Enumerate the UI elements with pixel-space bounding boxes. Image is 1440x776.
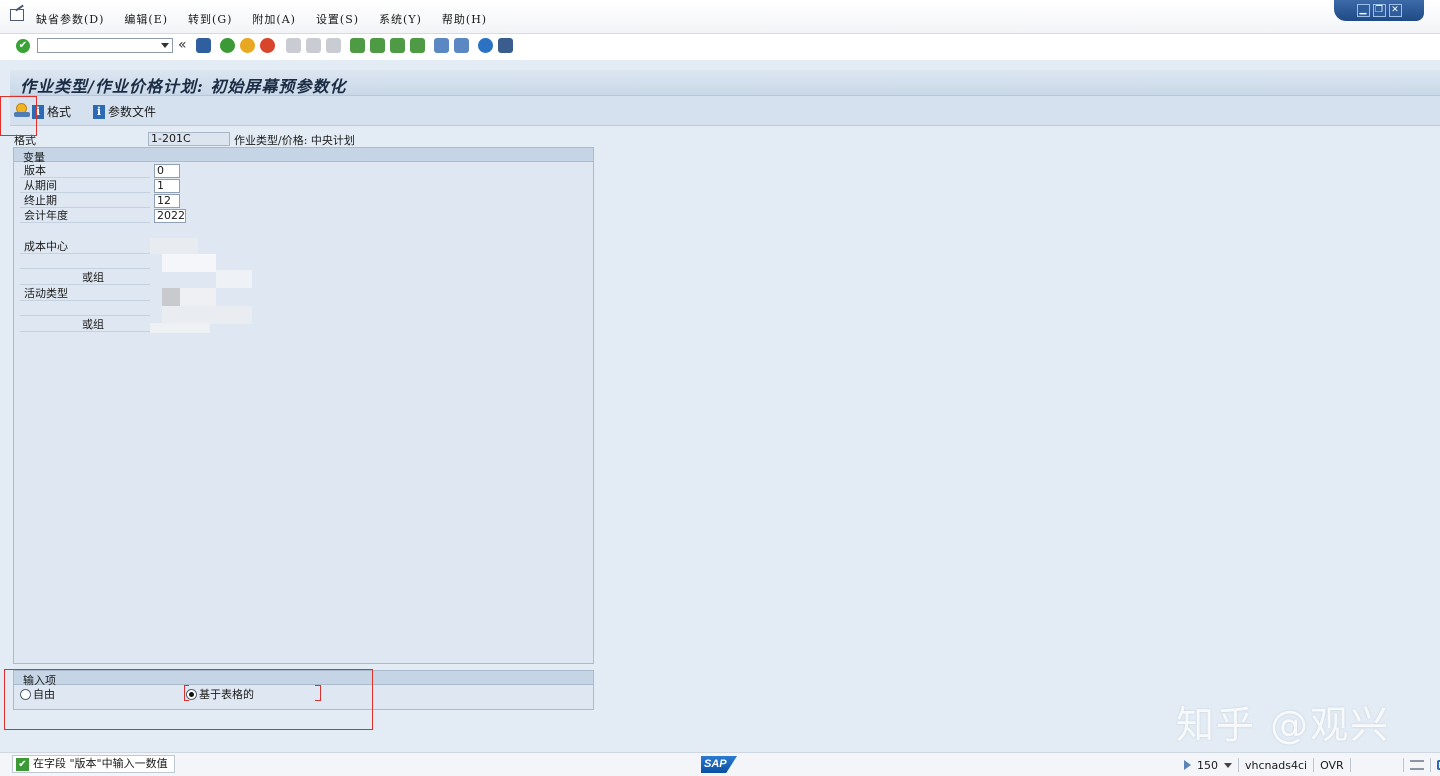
previous-page-icon[interactable] <box>370 38 385 53</box>
insert-mode[interactable]: OVR <box>1320 759 1344 772</box>
cost-center-to-input[interactable] <box>162 254 216 272</box>
chevron-down-icon[interactable] <box>1224 762 1232 768</box>
next-page-icon[interactable] <box>390 38 405 53</box>
status-bar: ✔ 在字段 "版本"中输入一数值 SAP 150 vhcnads4ci OVR <box>0 752 1440 776</box>
status-info: 150 vhcnads4ci OVR <box>1184 758 1440 772</box>
success-check-icon: ✔ <box>16 758 29 771</box>
watermark: 知乎 @观兴 <box>1176 703 1391 747</box>
enter-icon[interactable]: ✔ <box>16 39 30 53</box>
version-label: 版本 <box>20 164 150 178</box>
cost-center-input[interactable] <box>150 238 198 254</box>
help-icon[interactable] <box>478 38 493 53</box>
close-button[interactable]: ✕ <box>1388 4 1402 17</box>
title-bar: 作业类型/作业价格计划: 初始屏幕预参数化 <box>10 70 1440 96</box>
activity-type-to-input[interactable] <box>162 306 252 324</box>
format-field[interactable]: 1-201C <box>148 132 230 146</box>
save-icon[interactable] <box>196 38 211 53</box>
from-period-label: 从期间 <box>20 179 150 193</box>
cancel-icon[interactable] <box>260 38 275 53</box>
play-icon[interactable] <box>1184 760 1191 770</box>
status-message[interactable]: ✔ 在字段 "版本"中输入一数值 <box>12 755 175 773</box>
find-icon[interactable] <box>306 38 321 53</box>
activity-type-label: 活动类型 <box>20 287 150 301</box>
restore-button[interactable]: ❐ <box>1372 4 1386 17</box>
profile-button-label: 参数文件 <box>108 105 157 119</box>
session-number: 150 <box>1197 758 1218 772</box>
menu-defaults[interactable]: 缺省参数(D) <box>36 11 104 27</box>
exit-icon[interactable] <box>240 38 255 53</box>
window-controls: ▁ ❐ ✕ <box>1334 0 1424 21</box>
cost-center-to-row <box>20 255 150 269</box>
menu-goto[interactable]: 转到(G) <box>188 11 232 27</box>
first-page-icon[interactable] <box>350 38 365 53</box>
format-button-label: 格式 <box>47 105 72 119</box>
menu-system[interactable]: 系统(Y) <box>379 11 422 27</box>
activity-type-input-extension <box>180 288 216 306</box>
variables-group: 变量 版本 0 从期间 1 终止期 12 会计年度 2022 成本中心 或组 活… <box>13 147 594 664</box>
sap-logo: SAP <box>701 756 737 773</box>
menu-help[interactable]: 帮助(H) <box>442 11 487 27</box>
profile-button[interactable]: i 参数文件 <box>93 103 156 120</box>
shortcut-icon[interactable] <box>454 38 469 53</box>
cost-center-label: 成本中心 <box>20 240 150 254</box>
layout-icon[interactable] <box>498 38 513 53</box>
to-period-input[interactable]: 12 <box>154 194 180 208</box>
find-next-icon[interactable] <box>326 38 341 53</box>
format-button[interactable]: i 格式 <box>32 103 71 120</box>
menu-bar: 缺省参数(D) 编辑(E) 转到(G) 附加(A) 设置(S) 系统(Y) 帮助… <box>0 0 1440 34</box>
last-page-icon[interactable] <box>410 38 425 53</box>
standard-toolbar: ✔ « <box>0 34 1440 60</box>
activity-type-input[interactable] <box>162 288 180 306</box>
command-field[interactable] <box>37 38 173 53</box>
or-group-label: 或组 <box>20 271 150 285</box>
menu-edit[interactable]: 编辑(E) <box>124 11 168 27</box>
application-toolbar: i 格式 i 参数文件 <box>10 96 1440 126</box>
fiscal-year-input[interactable]: 2022 <box>154 209 186 223</box>
from-period-input[interactable]: 1 <box>154 179 180 193</box>
or-group2-label: 或组 <box>20 318 150 332</box>
format-description: 作业类型/价格: 中央计划 <box>234 134 355 147</box>
fiscal-year-label: 会计年度 <box>20 209 150 223</box>
activity-type-to-row <box>20 302 150 316</box>
annotation-box-input-options <box>4 669 373 730</box>
to-period-label: 终止期 <box>20 194 150 208</box>
version-input[interactable]: 0 <box>154 164 180 178</box>
page-title: 作业类型/作业价格计划: 初始屏幕预参数化 <box>20 77 347 96</box>
server-name: vhcnads4ci <box>1245 758 1308 772</box>
chevron-down-icon[interactable] <box>161 43 169 48</box>
transport-icon[interactable] <box>1409 760 1424 770</box>
activity-type-group-input[interactable] <box>150 323 210 333</box>
menu-extras[interactable]: 附加(A) <box>252 11 296 27</box>
print-icon[interactable] <box>286 38 301 53</box>
annotation-box-execute <box>0 96 37 136</box>
info-icon: i <box>93 104 105 119</box>
variables-group-title: 变量 <box>23 151 45 164</box>
menu-settings[interactable]: 设置(S) <box>316 11 359 27</box>
variables-group-header: 变量 <box>14 148 593 164</box>
cost-center-group-input[interactable] <box>216 270 252 288</box>
back-icon[interactable] <box>220 38 235 53</box>
new-session-icon[interactable] <box>434 38 449 53</box>
collapse-command-button[interactable]: « <box>178 37 187 53</box>
menu-items: 缺省参数(D) 编辑(E) 转到(G) 附加(A) 设置(S) 系统(Y) 帮助… <box>36 11 487 27</box>
status-message-text: 在字段 "版本"中输入一数值 <box>33 757 168 770</box>
system-menu-icon[interactable] <box>10 9 24 21</box>
minimize-button[interactable]: ▁ <box>1356 4 1370 17</box>
